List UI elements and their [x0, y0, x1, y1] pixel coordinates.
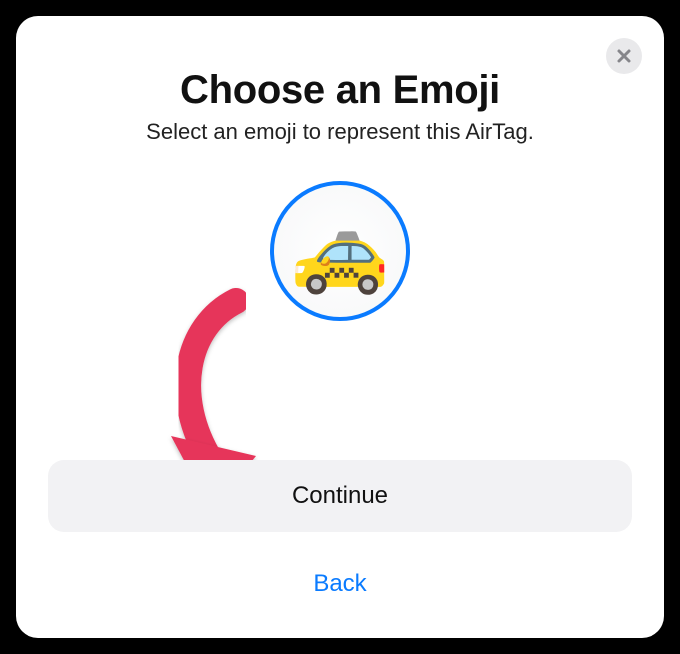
modal-title: Choose an Emoji: [16, 68, 664, 113]
back-button[interactable]: Back: [16, 570, 664, 598]
continue-label: Continue: [292, 482, 388, 510]
emoji-selector[interactable]: 🚕: [270, 181, 410, 321]
choose-emoji-modal: Choose an Emoji Select an emoji to repre…: [16, 16, 664, 638]
close-icon: [616, 48, 632, 64]
modal-subtitle: Select an emoji to represent this AirTag…: [16, 119, 664, 145]
continue-button[interactable]: Continue: [48, 460, 632, 532]
taxi-icon: 🚕: [290, 211, 390, 291]
close-button[interactable]: [606, 38, 642, 74]
back-label: Back: [313, 570, 366, 597]
